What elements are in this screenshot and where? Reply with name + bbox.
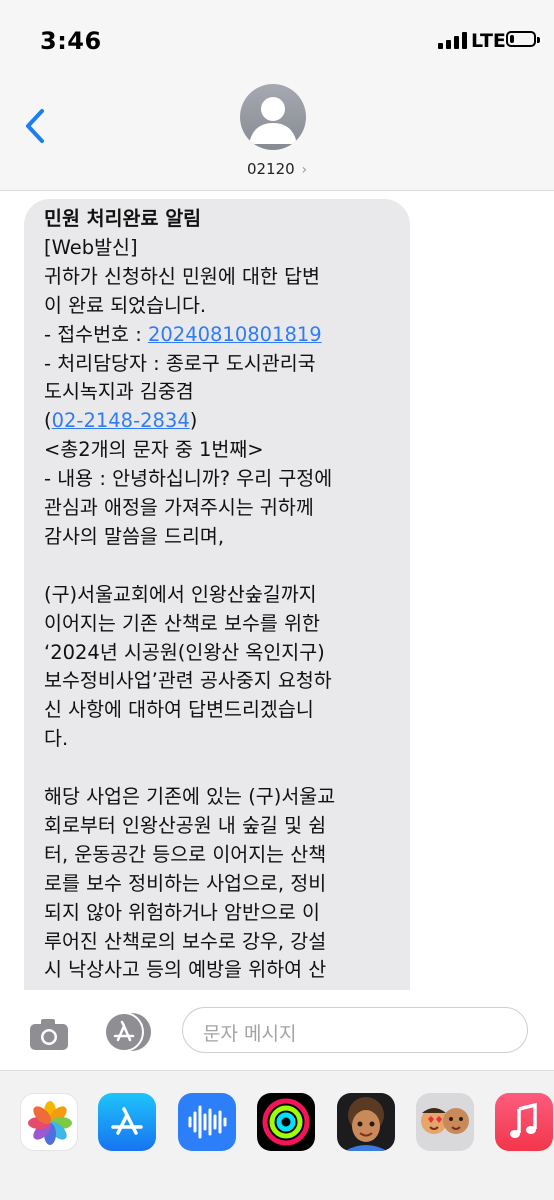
conversation-header: 02120 › bbox=[0, 80, 554, 191]
fitness-activity-app-icon[interactable] bbox=[257, 1093, 315, 1151]
message-line: 다. bbox=[44, 727, 69, 751]
message-line: 루어진 산책로의 보수로 강우, 강설 bbox=[44, 929, 327, 953]
message-text: - 접수번호 : bbox=[44, 322, 148, 346]
message-line: 관심과 애정을 가져주시는 귀하께 bbox=[44, 496, 314, 519]
message-line: - 접수번호 : 20240810801819 bbox=[44, 323, 322, 347]
app-drawer bbox=[0, 1070, 554, 1200]
battery-level bbox=[510, 35, 514, 43]
message-line: 보수정비사업’관련 공사중지 요청하 bbox=[44, 669, 332, 693]
audio-message-app-icon[interactable] bbox=[178, 1093, 236, 1151]
message-line: 귀하가 신청하신 민원에 대한 답변 bbox=[44, 264, 320, 288]
message-line: 민원 처리완료 알림 bbox=[44, 207, 202, 230]
message-text: ) bbox=[189, 409, 198, 433]
message-line: 시 낙상사고 등의 예방을 위하여 산 bbox=[44, 958, 327, 982]
app-store-icon[interactable] bbox=[102, 1012, 154, 1052]
chevron-left-icon[interactable] bbox=[20, 106, 50, 146]
message-line: 이어지는 기존 산책로 보수를 위한 bbox=[44, 611, 320, 635]
message-text: ( bbox=[44, 409, 52, 433]
message-line: 감사의 말씀을 드리며, bbox=[44, 524, 225, 548]
signal-icon bbox=[438, 31, 467, 49]
message-line: 신 사항에 대하여 답변드리겠습니 bbox=[44, 698, 314, 722]
music-app-icon[interactable] bbox=[495, 1093, 553, 1151]
network-type: LTE bbox=[471, 30, 506, 52]
message-bubble[interactable]: 민원 처리완료 알림 [Web발신] 귀하가 신청하신 민원에 대한 답변이 완료 … bbox=[24, 199, 410, 990]
message-line: (02-2148-2834) bbox=[44, 409, 197, 433]
message-line: 되지 않아 위험하거나 암반으로 이 bbox=[44, 900, 320, 924]
message-link[interactable]: 02-2148-2834 bbox=[52, 409, 190, 432]
message-line: 해당 사업은 기존에 있는 (구)서울교 bbox=[44, 785, 336, 808]
memoji-app-icon[interactable] bbox=[337, 1093, 395, 1151]
message-line: 터, 운동공간 등으로 이어지는 산책 bbox=[44, 842, 327, 866]
message-line: [Web발신] bbox=[44, 235, 138, 259]
message-line: <총2개의 문자 중 1번째> bbox=[44, 438, 264, 462]
contact-name-button[interactable]: 02120 › bbox=[0, 160, 554, 178]
message-line: ‘2024년 시공원(인왕산 옥인지구) bbox=[44, 640, 325, 664]
message-line: - 내용 : 안녕하십니까? 우리 구정에 bbox=[44, 467, 333, 491]
status-bar: 3:46 LTE bbox=[0, 0, 554, 80]
person-icon[interactable] bbox=[240, 84, 306, 150]
message-input-placeholder: 문자 메시지 bbox=[203, 1023, 297, 1045]
battery-nub bbox=[537, 37, 540, 43]
messages-screen: 3:46 LTE 02120 › 민원 처리완료 알림 [Web발신] 귀하가 … bbox=[0, 0, 554, 1200]
camera-icon[interactable] bbox=[26, 1014, 72, 1054]
chevron-right-icon: › bbox=[301, 162, 308, 178]
message-input[interactable]: 문자 메시지 bbox=[182, 1007, 528, 1053]
app-store-app-icon[interactable] bbox=[98, 1093, 156, 1151]
battery-icon bbox=[506, 31, 536, 47]
message-line: (구)서울교회에서 인왕산숲길까지 bbox=[44, 582, 317, 606]
message-list: 민원 처리완료 알림 [Web발신] 귀하가 신청하신 민원에 대한 답변이 완료 … bbox=[0, 191, 554, 990]
message-line: - 처리담당자 : 종로구 도시관리국 bbox=[44, 351, 316, 375]
status-time: 3:46 bbox=[40, 27, 102, 55]
contact-name: 02120 bbox=[246, 160, 295, 178]
memoji-stickers-app-icon[interactable] bbox=[416, 1093, 474, 1151]
photos-app-icon[interactable] bbox=[20, 1093, 78, 1151]
message-line: 이 완료 되었습니다. bbox=[44, 293, 207, 317]
message-line: 로를 보수 정비하는 사업으로, 정비 bbox=[44, 871, 327, 895]
message-line: 회로부터 인왕산공원 내 숲길 및 쉼 bbox=[44, 813, 327, 837]
compose-bar: 문자 메시지 bbox=[0, 990, 554, 1070]
message-link[interactable]: 20240810801819 bbox=[148, 323, 322, 346]
message-line: 도시녹지과 김중겸 bbox=[44, 380, 194, 404]
